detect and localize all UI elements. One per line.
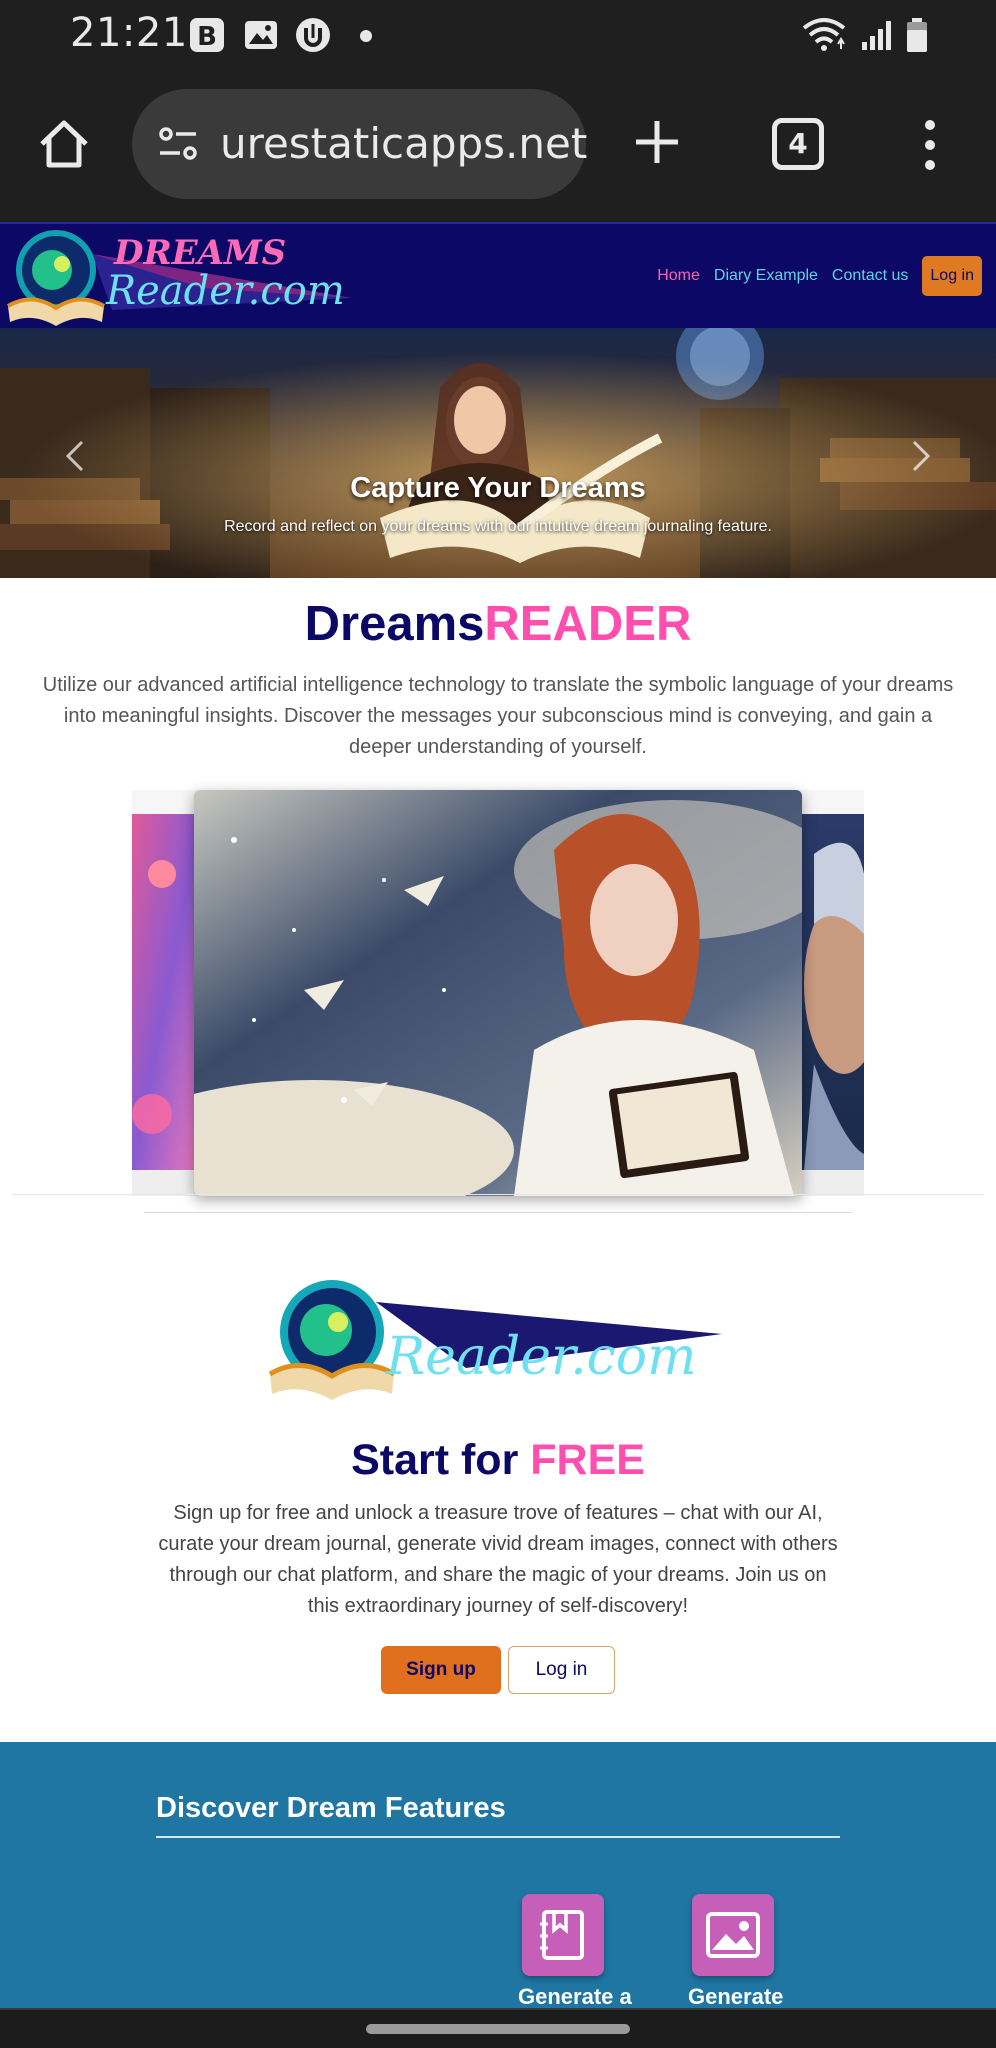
site-settings-icon[interactable] bbox=[156, 121, 202, 167]
feature-card-image[interactable]: Generate bbox=[688, 1894, 783, 2009]
nav-diary-example-link[interactable]: Diary Example bbox=[714, 267, 818, 285]
main-title-reader: READER bbox=[484, 597, 692, 651]
status-time: 21:21 bbox=[70, 10, 188, 56]
brand-logo[interactable]: DREAMS Reader.com bbox=[2, 226, 362, 330]
main-title-dreams: Dreams bbox=[304, 597, 485, 651]
notification-dot bbox=[360, 30, 372, 42]
section-divider bbox=[12, 1194, 984, 1195]
nav-links: Home Diary Example Contact us Log in bbox=[657, 256, 982, 296]
new-tab-icon[interactable] bbox=[632, 117, 682, 167]
feature-label-journal: Generate a bbox=[518, 1984, 632, 2009]
tab-switcher-button[interactable]: 4 bbox=[772, 118, 824, 170]
hero-title: Capture Your Dreams bbox=[350, 472, 646, 504]
wifi-icon bbox=[802, 18, 846, 51]
main-description: Utilize our advanced artificial intellig… bbox=[42, 674, 954, 758]
feature-label-image: Generate bbox=[688, 1984, 784, 2009]
home-icon[interactable] bbox=[36, 116, 92, 172]
signal-icon bbox=[862, 21, 891, 50]
svg-text:B: B bbox=[197, 22, 217, 52]
features-section: Discover Dream Features Generate a Gener… bbox=[0, 1742, 996, 2009]
promo-description: Sign up for free and unlock a treasure t… bbox=[158, 1502, 838, 1617]
gallery-image-current[interactable] bbox=[194, 790, 802, 1196]
carousel-next-icon[interactable] bbox=[908, 438, 934, 474]
site-navbar: DREAMS Reader.com Home Diary Example Con… bbox=[0, 222, 996, 328]
upload-icon bbox=[296, 18, 330, 52]
url-text[interactable]: urestaticapps.net bbox=[220, 119, 587, 168]
gallery-icon bbox=[245, 21, 277, 49]
journal-book-icon[interactable] bbox=[522, 1894, 604, 1976]
carousel-prev-icon[interactable] bbox=[62, 438, 88, 474]
section-divider-short bbox=[144, 1212, 852, 1213]
nav-contact-link[interactable]: Contact us bbox=[832, 267, 908, 285]
gesture-handle[interactable] bbox=[366, 2024, 630, 2034]
b-app-icon: B bbox=[190, 18, 224, 52]
gallery-image-next[interactable] bbox=[794, 814, 864, 1170]
feature-card-journal[interactable]: Generate a bbox=[518, 1894, 632, 2009]
promo-title-free: FREE bbox=[530, 1436, 645, 1484]
main-title: DreamsREADER bbox=[0, 596, 996, 652]
features-title: Discover Dream Features bbox=[156, 1792, 506, 1824]
image-gallery bbox=[132, 790, 864, 1196]
svg-text:DREAMS: DREAMS bbox=[113, 233, 286, 273]
svg-text:Reader.com: Reader.com bbox=[105, 268, 345, 314]
browser-toolbar: urestaticapps.net 4 bbox=[0, 72, 996, 222]
navigation-gesture-bar bbox=[0, 2008, 996, 2048]
promo-logo: Reader.com bbox=[268, 1280, 722, 1400]
signup-button[interactable]: Sign up bbox=[381, 1646, 501, 1694]
image-icon[interactable] bbox=[692, 1894, 774, 1976]
nav-home-link[interactable]: Home bbox=[657, 267, 700, 285]
promo-title: Start for FREE bbox=[0, 1436, 996, 1485]
hero-caption: Record and reflect on your dreams with o… bbox=[224, 518, 772, 535]
gallery-image-prev[interactable] bbox=[132, 814, 202, 1170]
promo-title-start: Start for bbox=[351, 1436, 519, 1484]
hero-image bbox=[0, 328, 996, 578]
hero-carousel: Capture Your Dreams Record and reflect o… bbox=[0, 328, 996, 578]
battery-icon bbox=[907, 18, 927, 52]
address-bar[interactable]: urestaticapps.net bbox=[132, 89, 587, 199]
overflow-menu-icon[interactable] bbox=[918, 117, 942, 173]
svg-text:Reader.com: Reader.com bbox=[385, 1327, 696, 1387]
main-content: DreamsREADER Utilize our advanced artifi… bbox=[0, 578, 996, 1742]
nav-login-button[interactable]: Log in bbox=[922, 256, 982, 296]
login-button[interactable]: Log in bbox=[508, 1646, 615, 1694]
features-divider bbox=[156, 1836, 840, 1838]
status-bar: 21:21 B bbox=[0, 0, 996, 72]
